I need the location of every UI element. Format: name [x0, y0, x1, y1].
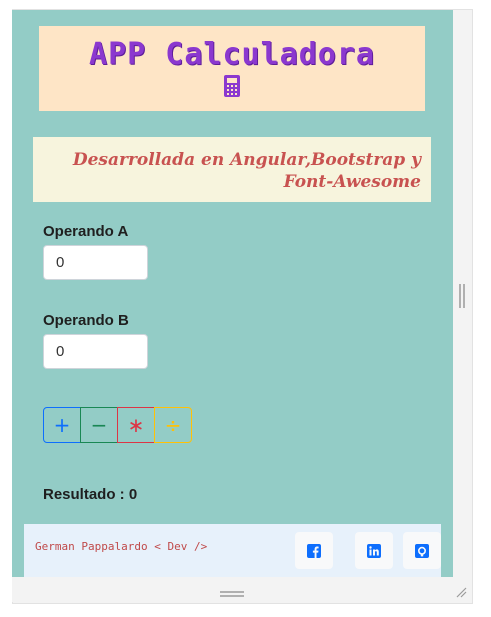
multiply-button[interactable]: ∗ — [117, 407, 155, 443]
operation-buttons: + − ∗ ÷ — [43, 407, 192, 443]
facebook-icon — [307, 543, 321, 558]
operand-b-input[interactable] — [43, 334, 148, 369]
linkedin-link[interactable] — [355, 532, 393, 569]
footer: German Pappalardo < Dev /> — [24, 524, 441, 577]
bottom-bar — [12, 577, 471, 602]
app-subtitle: Desarrollada en Angular,Bootstrap y Font… — [72, 150, 421, 192]
add-button[interactable]: + — [43, 407, 81, 443]
operand-a-input[interactable] — [43, 245, 148, 280]
vertical-resize-handle[interactable] — [459, 284, 465, 308]
horizontal-resize-handle[interactable] — [220, 591, 244, 597]
facebook-link[interactable] — [295, 532, 333, 569]
title-banner: APP Calculadora — [39, 26, 425, 111]
github-link[interactable] — [403, 532, 441, 569]
footer-credit: German Pappalardo < Dev /> — [35, 540, 208, 553]
operand-b-label: Operando B — [43, 312, 129, 329]
resize-grip-icon[interactable] — [455, 586, 467, 598]
divide-button[interactable]: ÷ — [154, 407, 192, 443]
result-text: Resultado : 0 — [43, 486, 138, 503]
subtract-button[interactable]: − — [80, 407, 118, 443]
calculator-icon — [224, 75, 240, 97]
operand-a-label: Operando A — [43, 223, 129, 240]
linkedin-icon — [367, 543, 381, 558]
subtitle-banner: Desarrollada en Angular,Bootstrap y Font… — [33, 137, 431, 202]
github-icon — [415, 543, 429, 558]
calculator-app: APP Calculadora Desarrollada en Angular,… — [12, 10, 453, 577]
app-title: APP Calculadora — [89, 37, 375, 72]
